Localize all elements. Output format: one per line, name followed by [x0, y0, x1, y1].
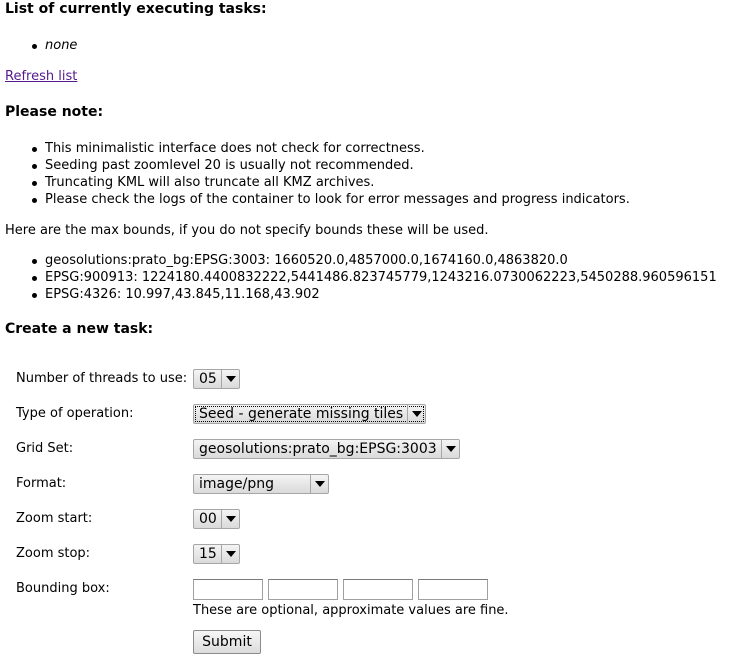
- zoom-stop-select[interactable]: 15: [193, 544, 240, 564]
- bbox-maxx-input[interactable]: [343, 579, 413, 600]
- operation-value: Seed - generate missing tiles: [199, 406, 404, 422]
- list-item: Truncating KML will also truncate all KM…: [31, 175, 375, 190]
- chevron-down-icon: [440, 440, 459, 458]
- list-item: EPSG:900913: 1224180.4400832222,5441486.…: [32, 270, 717, 285]
- list-item: Seeding past zoomlevel 20 is usually not…: [32, 158, 414, 173]
- zoom-start-select[interactable]: 00: [193, 509, 240, 529]
- chevron-down-icon: [310, 475, 328, 493]
- zoom-start-label: Zoom start:: [16, 511, 93, 526]
- please-note-heading: Please note:: [5, 104, 104, 120]
- submit-button[interactable]: Submit: [193, 630, 261, 654]
- zoom-start-value: 00: [199, 511, 217, 527]
- threads-value: 05: [199, 371, 217, 387]
- chevron-down-icon: [220, 545, 239, 563]
- list-item: Please check the logs of the container t…: [32, 192, 630, 207]
- list-item: EPSG:4326: 10.997,43.845,11.168,43.902: [32, 287, 320, 302]
- bounding-box-label: Bounding box:: [16, 581, 110, 596]
- threads-select[interactable]: 05: [193, 369, 240, 389]
- list-item: geosolutions:prato_bg:EPSG:3003: 1660520…: [32, 253, 568, 268]
- gridset-label: Grid Set:: [16, 441, 74, 456]
- create-task-heading: Create a new task:: [5, 321, 154, 337]
- zoom-stop-label: Zoom stop:: [16, 546, 91, 561]
- format-label: Format:: [16, 476, 67, 491]
- executing-tasks-heading: List of currently executing tasks:: [5, 1, 267, 17]
- format-value: image/png: [199, 476, 274, 492]
- bbox-minx-input[interactable]: [193, 579, 263, 600]
- list-item: none: [31, 38, 78, 53]
- threads-label: Number of threads to use:: [16, 371, 188, 386]
- list-item: This minimalistic interface does not che…: [32, 141, 425, 156]
- bounding-box-hint: These are optional, approximate values a…: [193, 603, 509, 618]
- max-bounds-intro: Here are the max bounds, if you do not s…: [5, 223, 489, 238]
- chevron-down-icon: [407, 405, 425, 423]
- gridset-value: geosolutions:prato_bg:EPSG:3003: [199, 441, 437, 457]
- zoom-stop-value: 15: [199, 546, 217, 562]
- gridset-select[interactable]: geosolutions:prato_bg:EPSG:3003: [193, 439, 460, 459]
- chevron-down-icon: [220, 370, 239, 388]
- refresh-list-link[interactable]: Refresh list: [5, 69, 77, 84]
- bbox-miny-input[interactable]: [268, 579, 338, 600]
- operation-select[interactable]: Seed - generate missing tiles: [193, 404, 427, 424]
- bbox-maxy-input[interactable]: [418, 579, 488, 600]
- format-select[interactable]: image/png: [193, 474, 329, 494]
- chevron-down-icon: [220, 510, 239, 528]
- operation-label: Type of operation:: [16, 406, 134, 421]
